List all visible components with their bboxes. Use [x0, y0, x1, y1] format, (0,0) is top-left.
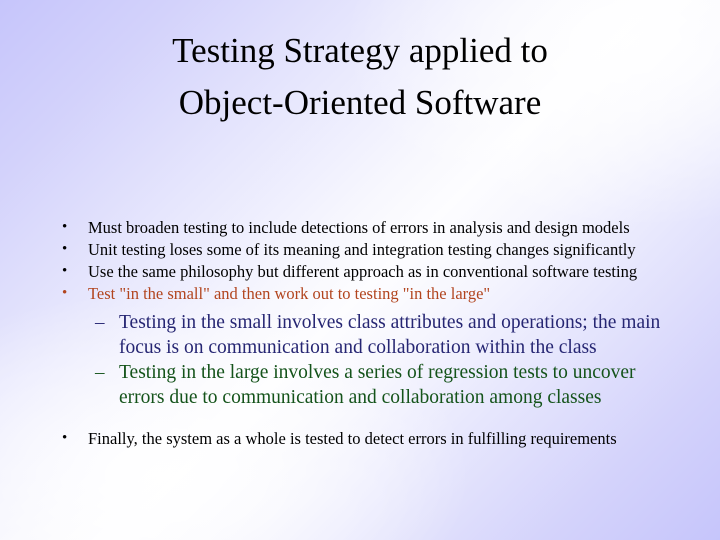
bullet-text: Finally, the system as a whole is tested…	[88, 429, 617, 448]
sub-bullet-item: – Testing in the large involves a series…	[0, 360, 720, 410]
bullet-marker-icon: •	[62, 263, 68, 279]
bullet-marker-icon: •	[62, 430, 68, 446]
bullet-text: Test "in the small" and then work out to…	[88, 284, 491, 303]
bullet-text: Must broaden testing to include detectio…	[88, 218, 630, 237]
bullet-marker-icon: •	[62, 219, 68, 235]
bullet-marker-icon: •	[62, 241, 68, 257]
bullet-item: • Unit testing loses some of its meaning…	[0, 239, 720, 260]
bullet-item: • Must broaden testing to include detect…	[0, 217, 720, 238]
bullet-item: • Use the same philosophy but different …	[0, 261, 720, 282]
slide-body: • Must broaden testing to include detect…	[0, 217, 720, 449]
bullet-item: • Finally, the system as a whole is test…	[0, 428, 720, 449]
sub-bullet-item: – Testing in the small involves class at…	[0, 310, 720, 360]
dash-marker-icon: –	[95, 312, 105, 333]
slide-title: Testing Strategy applied to Object-Orien…	[172, 31, 548, 122]
dash-marker-icon: –	[95, 362, 105, 383]
bullet-text: Unit testing loses some of its meaning a…	[88, 240, 636, 259]
sub-bullet-text: Testing in the small involves class attr…	[119, 312, 661, 358]
bullet-text: Use the same philosophy but different ap…	[88, 262, 638, 281]
bullet-marker-icon: •	[62, 285, 68, 301]
slide-canvas: Testing Strategy applied to Object-Orien…	[0, 0, 720, 540]
sub-bullet-text: Testing in the large involves a series o…	[119, 362, 636, 408]
bullet-item-highlight: • Test "in the small" and then work out …	[0, 283, 720, 304]
